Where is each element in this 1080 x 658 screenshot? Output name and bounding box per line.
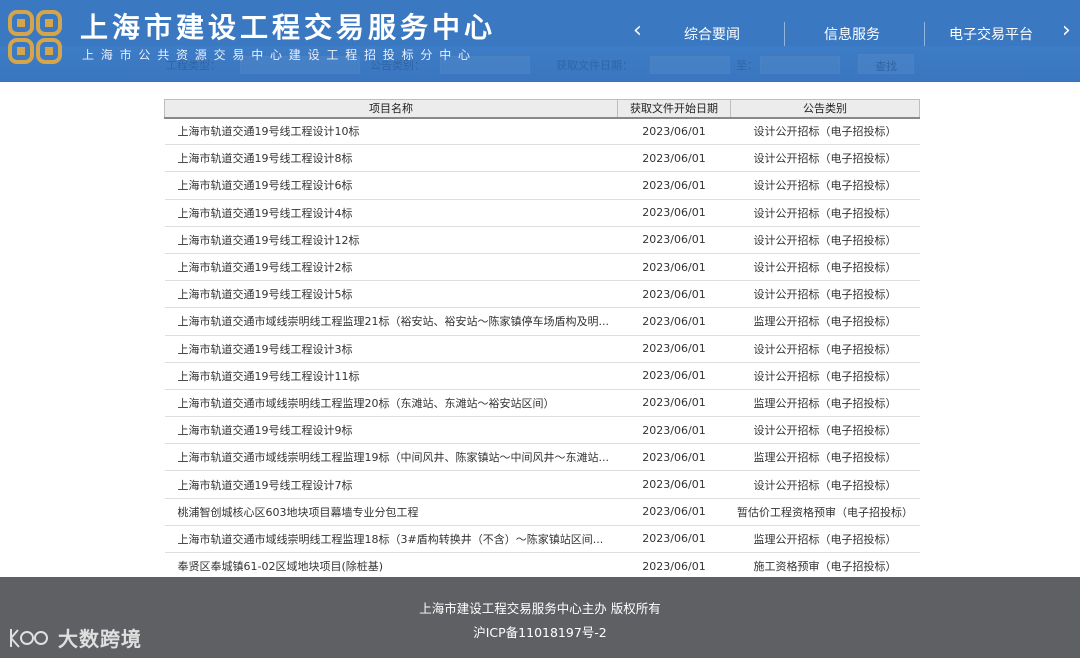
table-row[interactable]: 上海市轨道交通19号线工程设计8标 2023/06/01 设计公开招标（电子招投标） xyxy=(164,144,920,173)
table-row[interactable]: 上海市轨道交通市域线崇明线工程监理19标（中间风井、陈家镇站～中间风井～东滩站.… xyxy=(164,443,920,472)
project-name-link[interactable]: 上海市轨道交通19号线工程设计4标 xyxy=(164,199,618,227)
notice-type-cell: 设计公开招标（电子招投标） xyxy=(730,470,920,499)
date-to-label: 至： xyxy=(736,59,758,72)
notice-type-cell: 监理公开招标（电子招投标） xyxy=(730,525,920,554)
table-row[interactable]: 上海市轨道交通19号线工程设计4标 2023/06/01 设计公开招标（电子招投标） xyxy=(164,199,920,227)
notice-table-container: 项目名称 获取文件开始日期 公告类别 上海市轨道交通19号线工程设计10标 202… xyxy=(164,99,920,581)
table-row[interactable]: 上海市轨道交通19号线工程设计11标 2023/06/01 设计公开招标（电子招投标… xyxy=(164,362,920,390)
project-name-link[interactable]: 上海市轨道交通市域线崇明线工程监理20标（东滩站、东滩站～裕安站区间） xyxy=(164,389,618,418)
nav-item-info-services[interactable]: 信息服务 xyxy=(824,24,880,44)
start-date-cell: 2023/06/01 xyxy=(617,470,731,499)
site-footer: 上海市建设工程交易服务中心主办 版权所有 沪ICP备11018197号-2 大数… xyxy=(0,577,1080,658)
nav-divider xyxy=(924,22,925,46)
notice-type-cell: 设计公开招标（电子招投标） xyxy=(730,226,920,254)
project-name-link[interactable]: 桃浦智创城核心区603地块项目幕墙专业分包工程 xyxy=(164,498,618,526)
end-date-input[interactable] xyxy=(760,56,840,74)
project-name-link[interactable]: 上海市轨道交通19号线工程设计2标 xyxy=(164,253,618,282)
project-name-link[interactable]: 上海市轨道交通19号线工程设计11标 xyxy=(164,362,618,390)
notice-type-cell: 监理公开招标（电子招投标） xyxy=(730,389,920,418)
project-name-link[interactable]: 上海市轨道交通19号线工程设计6标 xyxy=(164,171,618,200)
table-row[interactable]: 上海市轨道交通19号线工程设计10标 2023/06/01 设计公开招标（电子招投标… xyxy=(164,117,920,146)
start-date-cell: 2023/06/01 xyxy=(617,307,731,336)
start-date-cell: 2023/06/01 xyxy=(617,362,731,390)
project-name-link[interactable]: 上海市轨道交通19号线工程设计12标 xyxy=(164,226,618,254)
project-name-link[interactable]: 上海市轨道交通19号线工程设计7标 xyxy=(164,470,618,499)
table-row[interactable]: 上海市轨道交通19号线工程设计6标 2023/06/01 设计公开招标（电子招投标） xyxy=(164,171,920,200)
table-body: 上海市轨道交通19号线工程设计10标 2023/06/01 设计公开招标（电子招投标… xyxy=(164,117,920,581)
chevron-left-icon[interactable]: ‹ xyxy=(633,18,642,43)
search-button-label: 查找 xyxy=(875,60,897,73)
notice-type-cell: 设计公开招标（电子招投标） xyxy=(730,335,920,363)
footer-icp: 沪ICP备11018197号-2 xyxy=(473,625,607,640)
start-date-cell: 2023/06/01 xyxy=(617,335,731,363)
start-date-cell: 2023/06/01 xyxy=(617,199,731,227)
start-date-cell: 2023/06/01 xyxy=(617,443,731,472)
table-row[interactable]: 奉贤区奉城镇61-02区域地块项目(除桩基) 2023/06/01 施工资格预审（电… xyxy=(164,552,920,581)
nav-item-news[interactable]: 综合要闻 xyxy=(684,24,740,44)
date-label: 获取文件日期： xyxy=(556,59,633,72)
table-header: 项目名称 获取文件开始日期 公告类别 xyxy=(164,99,920,119)
nav-divider xyxy=(784,22,785,46)
column-header-notice-type: 公告类别 xyxy=(730,99,920,119)
footer-copyright: 上海市建设工程交易服务中心主办 版权所有 xyxy=(419,601,661,616)
table-row[interactable]: 上海市轨道交通市域线崇明线工程监理21标（裕安站、裕安站～陈家镇停车场盾构及明.… xyxy=(164,307,920,336)
notice-type-cell: 设计公开招标（电子招投标） xyxy=(730,199,920,227)
start-date-cell: 2023/06/01 xyxy=(617,280,731,309)
project-name-link[interactable]: 上海市轨道交通19号线工程设计5标 xyxy=(164,280,618,309)
project-name-link[interactable]: 上海市轨道交通市域线崇明线工程监理21标（裕安站、裕安站～陈家镇停车场盾构及明.… xyxy=(164,307,618,336)
notice-type-cell: 监理公开招标（电子招投标） xyxy=(730,307,920,336)
notice-type-cell: 监理公开招标（电子招投标） xyxy=(730,443,920,472)
site-title: 上海市建设工程交易服务中心 xyxy=(80,11,497,44)
nav-item-e-trading[interactable]: 电子交易平台 xyxy=(949,24,1033,44)
project-name-link[interactable]: 上海市轨道交通市域线崇明线工程监理19标（中间风井、陈家镇站～中间风井～东滩站.… xyxy=(164,443,618,472)
start-date-cell: 2023/06/01 xyxy=(617,253,731,282)
start-date-cell: 2023/06/01 xyxy=(617,498,731,526)
table-row[interactable]: 上海市轨道交通市域线崇明线工程监理20标（东滩站、东滩站～裕安站区间） 2023/… xyxy=(164,389,920,418)
watermark: 大数跨境 xyxy=(8,623,142,652)
notice-type-cell: 设计公开招标（电子招投标） xyxy=(730,362,920,390)
notice-type-cell: 施工资格预审（电子招投标） xyxy=(730,552,920,581)
column-header-project-name: 项目名称 xyxy=(164,99,618,119)
project-name-link[interactable]: 上海市轨道交通19号线工程设计8标 xyxy=(164,144,618,173)
logo-icon xyxy=(8,10,62,64)
table-row[interactable]: 上海市轨道交通19号线工程设计2标 2023/06/01 设计公开招标（电子招投标） xyxy=(164,253,920,282)
start-date-cell: 2023/06/01 xyxy=(617,117,731,146)
project-name-link[interactable]: 上海市轨道交通19号线工程设计9标 xyxy=(164,416,618,445)
notice-type-cell: 暂估价工程资格预审（电子招投标） xyxy=(730,498,920,526)
table-row[interactable]: 上海市轨道交通19号线工程设计3标 2023/06/01 设计公开招标（电子招投标） xyxy=(164,335,920,363)
site-header: 工程类型： 公告类别： 获取文件日期： 至： 查找 上海市建设工程交易服务中心 … xyxy=(0,0,1080,82)
project-name-link[interactable]: 上海市轨道交通市域线崇明线工程监理18标（3#盾构转换井（不含）～陈家镇站区间.… xyxy=(164,525,618,554)
site-subtitle: 上海市公共资源交易中心建设工程招投标分中心 xyxy=(82,48,477,62)
start-date-cell: 2023/06/01 xyxy=(617,552,731,581)
start-date-cell: 2023/06/01 xyxy=(617,226,731,254)
notice-type-cell: 设计公开招标（电子招投标） xyxy=(730,280,920,309)
start-date-cell: 2023/06/01 xyxy=(617,525,731,554)
table-row[interactable]: 上海市轨道交通19号线工程设计9标 2023/06/01 设计公开招标（电子招投标） xyxy=(164,416,920,445)
start-date-cell: 2023/06/01 xyxy=(617,416,731,445)
notice-type-cell: 设计公开招标（电子招投标） xyxy=(730,416,920,445)
notice-type-cell: 设计公开招标（电子招投标） xyxy=(730,171,920,200)
table-row[interactable]: 上海市轨道交通19号线工程设计12标 2023/06/01 设计公开招标（电子招投标… xyxy=(164,226,920,254)
watermark-logo-icon xyxy=(10,628,48,648)
table-row[interactable]: 上海市轨道交通市域线崇明线工程监理18标（3#盾构转换井（不含）～陈家镇站区间.… xyxy=(164,525,920,554)
start-date-input[interactable] xyxy=(650,56,730,74)
notice-table: 项目名称 获取文件开始日期 公告类别 上海市轨道交通19号线工程设计10标 202… xyxy=(164,99,920,581)
search-button[interactable]: 查找 xyxy=(858,54,914,74)
project-name-link[interactable]: 上海市轨道交通19号线工程设计10标 xyxy=(164,117,618,146)
notice-type-cell: 设计公开招标（电子招投标） xyxy=(730,117,920,146)
start-date-cell: 2023/06/01 xyxy=(617,171,731,200)
table-row[interactable]: 桃浦智创城核心区603地块项目幕墙专业分包工程 2023/06/01 暂估价工程资格… xyxy=(164,498,920,526)
project-name-link[interactable]: 上海市轨道交通19号线工程设计3标 xyxy=(164,335,618,363)
project-name-link[interactable]: 奉贤区奉城镇61-02区域地块项目(除桩基) xyxy=(164,552,618,581)
notice-type-cell: 设计公开招标（电子招投标） xyxy=(730,253,920,282)
table-row[interactable]: 上海市轨道交通19号线工程设计5标 2023/06/01 设计公开招标（电子招投标） xyxy=(164,280,920,309)
column-header-start-date: 获取文件开始日期 xyxy=(617,99,731,119)
start-date-cell: 2023/06/01 xyxy=(617,389,731,418)
notice-type-cell: 设计公开招标（电子招投标） xyxy=(730,144,920,173)
watermark-text: 大数跨境 xyxy=(58,627,142,651)
start-date-cell: 2023/06/01 xyxy=(617,144,731,173)
table-row[interactable]: 上海市轨道交通19号线工程设计7标 2023/06/01 设计公开招标（电子招投标） xyxy=(164,470,920,499)
chevron-right-icon[interactable]: › xyxy=(1062,18,1071,43)
